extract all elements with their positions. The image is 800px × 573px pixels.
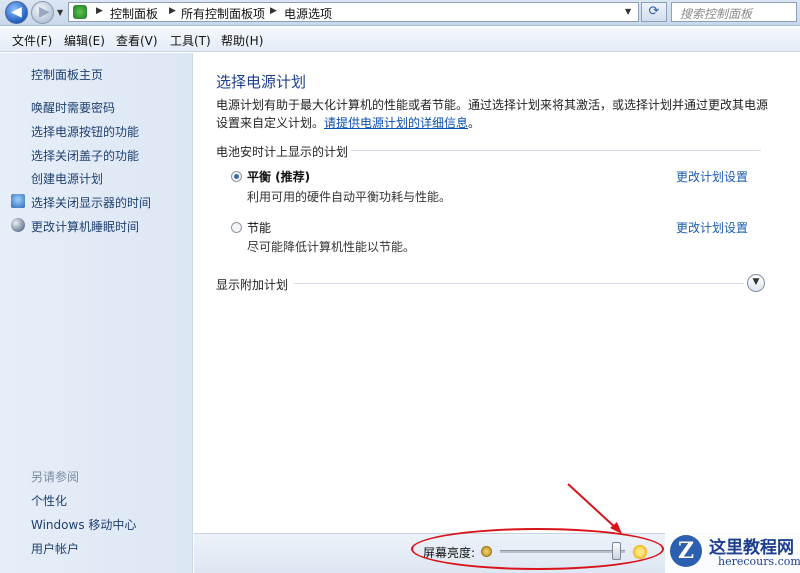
sidebar-item-personalization[interactable]: 个性化 bbox=[31, 492, 67, 509]
page-description: 电源计划有助于最大化计算机的性能或者节能。通过选择计划来将其激活，或选择计划并通… bbox=[216, 98, 769, 130]
watermark-domain: herecours.com bbox=[718, 555, 800, 568]
sleep-moon-icon bbox=[11, 218, 25, 232]
group-divider bbox=[351, 150, 761, 151]
back-button[interactable]: ◀ bbox=[5, 1, 28, 24]
menu-file[interactable]: 文件(F) bbox=[12, 32, 52, 49]
control-panel-icon bbox=[73, 5, 87, 19]
sidebar-item-wake-password[interactable]: 唤醒时需要密码 bbox=[31, 99, 115, 116]
sidebar-item-mobility-center[interactable]: Windows 移动中心 bbox=[31, 516, 136, 533]
sidebar-control-panel-home[interactable]: 控制面板主页 bbox=[31, 66, 103, 83]
watermark-logo-icon: Z bbox=[670, 535, 702, 567]
plan-details-link[interactable]: 请提供电源计划的详细信息 bbox=[324, 116, 468, 130]
breadcrumb-separator-icon[interactable]: ▶ bbox=[270, 6, 277, 16]
address-bar: ◀ ▶ ▼ ▶ 控制面板 ▶ 所有控制面板项 ▶ 电源选项 ▼ ⟳ 搜索控制面板 bbox=[0, 0, 800, 26]
breadcrumb-power-options[interactable]: 电源选项 bbox=[284, 5, 332, 22]
breadcrumb-separator-icon[interactable]: ▶ bbox=[96, 6, 103, 16]
forward-arrow-icon: ▶ bbox=[39, 4, 50, 20]
refresh-icon: ⟳ bbox=[648, 4, 660, 19]
additional-divider bbox=[294, 283, 744, 284]
menu-bar: 文件(F) 编辑(E) 查看(V) 工具(T) 帮助(H) bbox=[0, 27, 800, 52]
plan-power-saver-name[interactable]: 节能 bbox=[247, 219, 271, 236]
main-content: 选择电源计划 电源计划有助于最大化计算机的性能或者节能。通过选择计划来将其激活，… bbox=[194, 53, 800, 533]
breadcrumb[interactable]: ▶ 控制面板 ▶ 所有控制面板项 ▶ 电源选项 ▼ bbox=[68, 2, 639, 22]
plan-balanced-name[interactable]: 平衡 (推荐) bbox=[247, 168, 310, 185]
forward-button[interactable]: ▶ bbox=[31, 1, 54, 24]
plan-power-saver-desc: 尽可能降低计算机性能以节能。 bbox=[247, 240, 416, 254]
menu-view[interactable]: 查看(V) bbox=[116, 32, 158, 49]
group-header: 电池安时计上显示的计划 bbox=[216, 145, 349, 159]
annotation-ellipse bbox=[411, 528, 664, 570]
display-icon bbox=[11, 194, 25, 208]
refresh-button[interactable]: ⟳ bbox=[641, 2, 667, 22]
breadcrumb-all-items[interactable]: 所有控制面板项 bbox=[181, 5, 265, 22]
change-plan-settings-balanced[interactable]: 更改计划设置 bbox=[676, 168, 748, 185]
sidebar-item-lid-close[interactable]: 选择关闭盖子的功能 bbox=[31, 147, 139, 164]
plan-power-saver-radio[interactable] bbox=[231, 222, 242, 233]
menu-help[interactable]: 帮助(H) bbox=[221, 32, 263, 49]
page-title: 选择电源计划 bbox=[216, 73, 307, 91]
menu-tools[interactable]: 工具(T) bbox=[170, 32, 211, 49]
description-text: 电源计划有助于最大化计算机的性能或者节能。通过选择计划来将其激活，或选择计划并通… bbox=[216, 98, 769, 130]
sidebar-item-display-off[interactable]: 选择关闭显示器的时间 bbox=[31, 194, 151, 211]
back-arrow-icon: ◀ bbox=[11, 4, 22, 20]
menu-edit[interactable]: 编辑(E) bbox=[64, 32, 105, 49]
watermark: Z 这里教程网 herecours.com bbox=[665, 532, 800, 573]
show-additional-plans[interactable]: 显示附加计划 bbox=[216, 276, 288, 293]
change-plan-settings-saver[interactable]: 更改计划设置 bbox=[676, 219, 748, 236]
address-dropdown-icon[interactable]: ▼ bbox=[625, 7, 631, 16]
breadcrumb-control-panel[interactable]: 控制面板 bbox=[110, 5, 158, 22]
sidebar-item-user-accounts[interactable]: 用户帐户 bbox=[31, 540, 79, 557]
sidebar: 控制面板主页 唤醒时需要密码 选择电源按钮的功能 选择关闭盖子的功能 创建电源计… bbox=[0, 53, 193, 573]
see-also-heading: 另请参阅 bbox=[31, 470, 80, 484]
plan-balanced-radio[interactable] bbox=[231, 171, 242, 182]
sidebar-item-power-buttons[interactable]: 选择电源按钮的功能 bbox=[31, 123, 139, 140]
breadcrumb-separator-icon[interactable]: ▶ bbox=[169, 6, 176, 16]
search-placeholder: 搜索控制面板 bbox=[680, 7, 753, 21]
sidebar-item-create-plan[interactable]: 创建电源计划 bbox=[31, 170, 103, 187]
plan-balanced-desc: 利用可用的硬件自动平衡功耗与性能。 bbox=[247, 190, 452, 204]
search-input[interactable]: 搜索控制面板 bbox=[671, 2, 797, 22]
history-dropdown-icon[interactable]: ▼ bbox=[57, 8, 63, 17]
sidebar-item-sleep[interactable]: 更改计算机睡眠时间 bbox=[31, 218, 139, 235]
expand-chevron-icon[interactable]: ▼ bbox=[747, 274, 765, 292]
